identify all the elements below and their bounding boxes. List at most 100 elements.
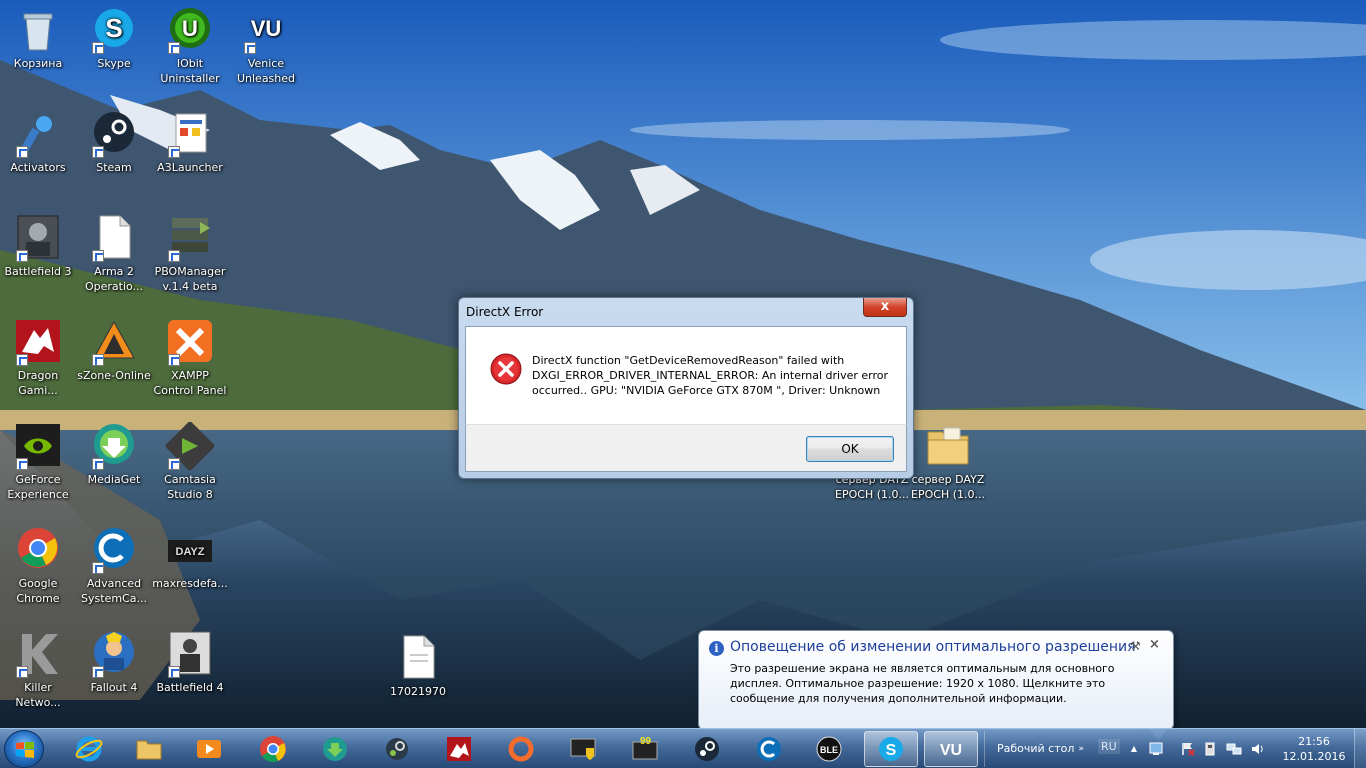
taskbar-overwolf-99[interactable]: 99 (618, 731, 672, 767)
battlefield4-icon (166, 630, 214, 678)
directx-error-dialog: DirectX Error x DirectX function "GetDev… (458, 297, 914, 479)
network-monitor-icon[interactable] (1148, 741, 1164, 757)
taskbar-venice-unleashed[interactable]: VU (924, 731, 978, 767)
language-indicator[interactable]: RU (1098, 739, 1120, 754)
desktop-icon-arma2[interactable]: Arma 2 Operatio... (76, 214, 152, 294)
desktop-icon-killer-network[interactable]: Killer Netwo... (0, 630, 76, 710)
taskbar-media-player[interactable] (182, 731, 236, 767)
chevron-right-icon: » (1078, 744, 1084, 754)
venice-unleashed-icon: VU (242, 6, 290, 54)
show-hidden-icons-button[interactable]: ▲ (1126, 741, 1142, 757)
ble-icon: BLE (816, 736, 842, 762)
desktop-icon-venice-unleashed[interactable]: VU Venice Unleashed (228, 6, 304, 86)
system-clock[interactable]: 21:56 12.01.2016 (1282, 734, 1346, 764)
geforce-experience-icon (14, 422, 62, 470)
desktop-icon-xampp[interactable]: XAMPP Control Panel (152, 318, 228, 398)
dialog-title: DirectX Error (466, 305, 544, 319)
flag-error-icon[interactable] (1180, 741, 1196, 757)
desktop-icon-maxresdefault[interactable]: DAYZ maxresdefa... (152, 526, 228, 591)
steam-client-icon (386, 738, 408, 760)
svg-text:VU: VU (251, 16, 282, 41)
svg-text:S: S (886, 742, 897, 759)
taskbar-internet-explorer[interactable] (62, 731, 116, 767)
dialog-close-button[interactable]: x (863, 298, 907, 317)
mediaget-icon (90, 422, 138, 470)
desktop-icon-mediaget[interactable]: MediaGet (76, 422, 152, 487)
advanced-systemcare-icon (757, 737, 781, 761)
file-explorer-icon (136, 740, 162, 760)
desktop-icon-pbomanager[interactable]: PBOManager v.1.4 beta (152, 214, 228, 294)
taskbar-file-explorer[interactable] (122, 731, 176, 767)
activators-icon (14, 110, 62, 158)
clock-date: 12.01.2016 (1282, 750, 1346, 763)
a3launcher-icon (166, 110, 214, 158)
svg-text:BLE: BLE (820, 745, 838, 755)
wrench-icon[interactable]: ⚒ (1130, 639, 1141, 653)
skype-icon: S (879, 737, 903, 761)
folder-icon (924, 422, 972, 470)
show-desktop-button[interactable] (1354, 729, 1366, 768)
usb-icon[interactable] (1202, 741, 1218, 757)
internet-explorer-icon (75, 736, 103, 762)
desktop-icon-recycle-bin[interactable]: Корзина (0, 6, 76, 71)
taskbar-mediaget[interactable] (308, 731, 362, 767)
volume-icon[interactable] (1250, 741, 1266, 757)
desktop-icon-iobit-uninstaller[interactable]: U IObit Uninstaller (152, 6, 228, 86)
windows-logo-icon (16, 742, 34, 758)
start-button[interactable] (4, 730, 44, 768)
error-message: DirectX function "GetDeviceRemovedReason… (532, 354, 889, 397)
desktop-icon-a3launcher[interactable]: A3Launcher (152, 110, 228, 175)
balloon-close-icon[interactable]: × (1149, 637, 1160, 652)
media-player-icon (197, 740, 221, 758)
error-icon (490, 353, 522, 385)
resolution-notification-balloon[interactable]: i Оповещение об изменении оптимального р… (698, 630, 1174, 741)
desktop-icon-dragon-gaming[interactable]: Dragon Gami... (0, 318, 76, 398)
desktop-toolbar[interactable]: Рабочий стол » (984, 731, 1090, 767)
desktop-icon-fallout4[interactable]: Fallout 4 (76, 630, 152, 695)
dialog-footer: OK (465, 424, 907, 472)
battlefield3-icon (14, 214, 62, 262)
taskbar-chrome[interactable] (246, 731, 300, 767)
venice-unleashed-icon: VU (940, 742, 962, 759)
blank-file-icon (394, 634, 442, 682)
taskbar-skype[interactable]: S (864, 731, 918, 767)
desktop-icon-17021970[interactable]: 17021970 (380, 634, 456, 699)
desktop-icon-camtasia[interactable]: Camtasia Studio 8 (152, 420, 228, 502)
balloon-title: Оповещение об изменении оптимального раз… (730, 639, 1136, 655)
taskbar-dragon-gaming[interactable] (432, 731, 486, 767)
desktop-toolbar-label: Рабочий стол (997, 742, 1075, 755)
taskbar-monitor-shield[interactable] (556, 731, 610, 767)
desktop-icon-activators[interactable]: Activators (0, 110, 76, 175)
taskbar-ble[interactable]: BLE (802, 731, 856, 767)
network-icon[interactable] (1226, 741, 1242, 757)
desktop-icon-steam[interactable]: Steam (76, 110, 152, 175)
desktop-icon-battlefield3[interactable]: Battlefield 3 (0, 214, 76, 279)
desktop-icon-geforce-experience[interactable]: GeForce Experience (0, 422, 76, 502)
taskbar-steam-client[interactable] (370, 731, 424, 767)
fallout4-icon (90, 630, 138, 678)
desktop-icon-chrome[interactable]: Google Chrome (0, 526, 76, 606)
svg-text:S: S (105, 13, 122, 43)
szone-online-icon (90, 318, 138, 366)
desktop-icon-battlefield4[interactable]: Battlefield 4 (152, 630, 228, 695)
desktop-icon-skype[interactable]: S Skype (76, 6, 152, 71)
dragon-gaming-icon (14, 318, 62, 366)
dragon-gaming-icon (447, 737, 471, 761)
camtasia-icon (164, 420, 216, 472)
pbomanager-icon (166, 214, 214, 262)
dayz-image-icon: DAYZ (166, 526, 214, 574)
steam-icon (90, 110, 138, 158)
svg-text:99: 99 (640, 736, 652, 747)
svg-text:VU: VU (940, 742, 962, 759)
iobit-uninstaller-icon: U (166, 6, 214, 54)
desktop-icon-dayz-server-2[interactable]: сервер DAYZ EPOCH (1.0... (910, 422, 986, 502)
info-icon: i (709, 641, 724, 656)
ok-button[interactable]: OK (806, 436, 894, 462)
taskbar-advanced-systemcare[interactable] (742, 731, 796, 767)
monitor-shield-icon (570, 738, 596, 760)
desktop-icon-advanced-systemcare[interactable]: Advanced SystemCa... (76, 526, 152, 606)
svg-text:DAYZ: DAYZ (176, 546, 205, 558)
taskbar-steam[interactable] (680, 731, 734, 767)
desktop-icon-szone-online[interactable]: sZone-Online (76, 318, 152, 383)
taskbar-origin[interactable] (494, 731, 548, 767)
